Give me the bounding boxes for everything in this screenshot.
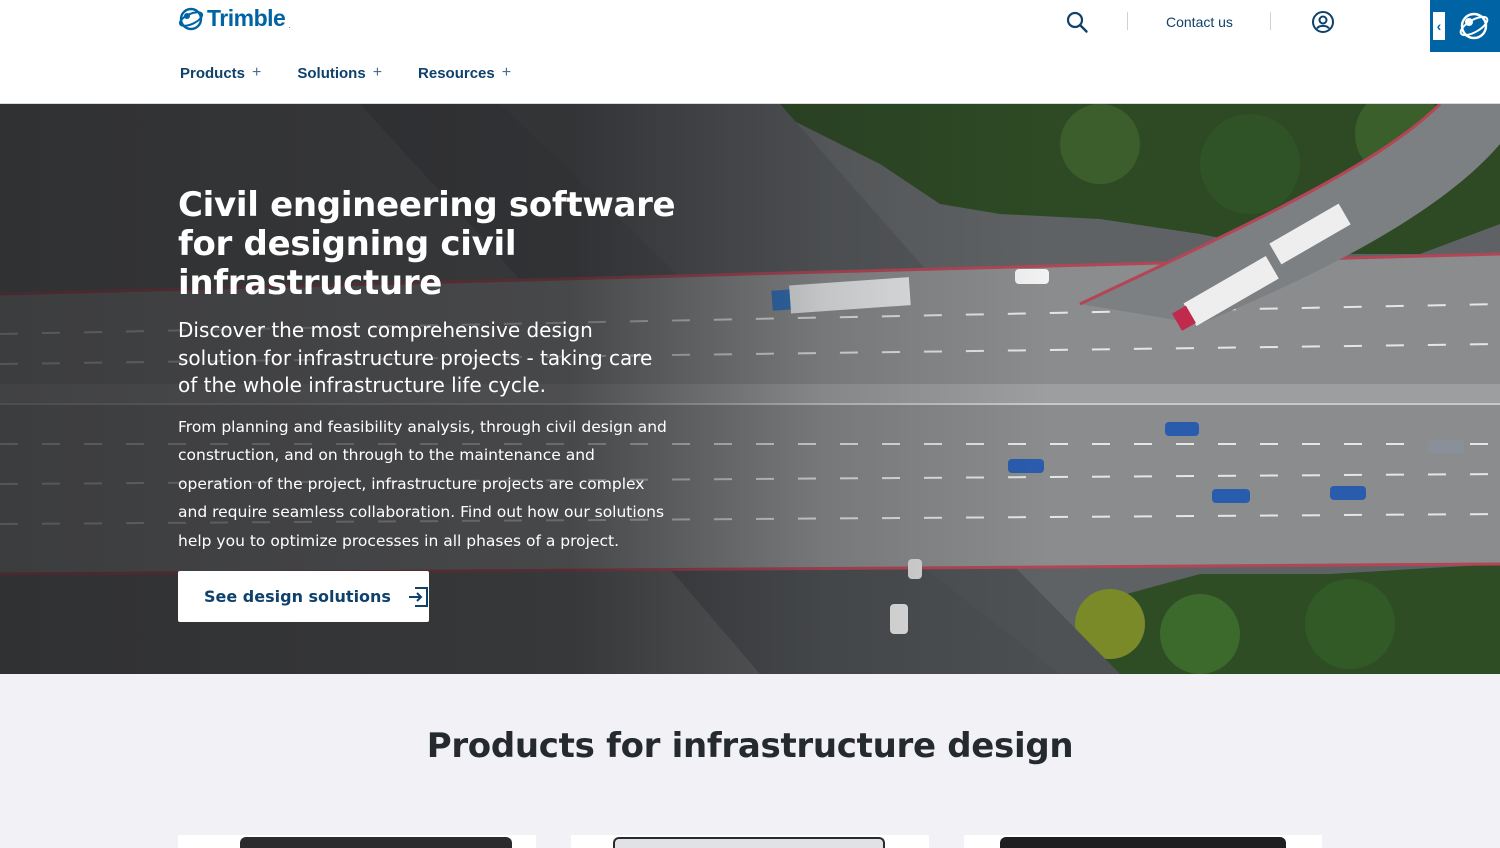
logo-wordmark: Trimble bbox=[207, 5, 286, 31]
hero-content: Civil engineering software for designing… bbox=[178, 186, 678, 555]
hero-title: Civil engineering software for designing… bbox=[178, 185, 676, 303]
products-section-title: Products for infrastructure design bbox=[426, 726, 1074, 766]
nav-item-products[interactable]: Products + bbox=[180, 60, 261, 86]
trimble-logo[interactable]: Trimble . bbox=[178, 5, 291, 32]
see-design-solutions-button[interactable]: See design solutions bbox=[178, 571, 429, 622]
header-divider bbox=[1127, 12, 1128, 30]
nav-item-label: Products bbox=[180, 64, 246, 82]
page: Trimble . Contact us ‹ Products + Soluti… bbox=[0, 0, 1500, 848]
plus-icon: + bbox=[372, 64, 383, 81]
arrow-right-box-icon bbox=[408, 586, 428, 607]
search-button[interactable] bbox=[1064, 8, 1090, 36]
user-circle-icon bbox=[1312, 11, 1334, 33]
hero-subtitle: Discover the most comprehensive design s… bbox=[178, 318, 653, 397]
products-section: Products for infrastructure design bbox=[0, 674, 1500, 848]
main-navigation: Products + Solutions + Resources + bbox=[180, 60, 511, 86]
search-icon bbox=[1066, 11, 1088, 33]
nav-item-solutions[interactable]: Solutions + bbox=[297, 60, 382, 86]
product-card[interactable] bbox=[178, 835, 536, 848]
hero-description: From planning and feasibility analysis, … bbox=[178, 417, 667, 550]
product-card[interactable] bbox=[571, 835, 929, 848]
chevron-left-icon: ‹ bbox=[1433, 12, 1445, 40]
account-button[interactable] bbox=[1310, 8, 1336, 36]
plus-icon: + bbox=[501, 64, 512, 81]
trimble-globe-icon bbox=[178, 7, 204, 30]
logo-trademark: . bbox=[288, 21, 291, 30]
product-card[interactable] bbox=[964, 835, 1322, 848]
trimble-mark-icon bbox=[1459, 12, 1489, 40]
site-header: Trimble . Contact us ‹ Products + Soluti… bbox=[0, 0, 1500, 104]
product-card-image bbox=[1000, 837, 1286, 848]
contact-us-link[interactable]: Contact us bbox=[1166, 8, 1233, 36]
nav-item-label: Solutions bbox=[297, 64, 366, 82]
plus-icon: + bbox=[252, 64, 262, 81]
header-divider bbox=[1270, 12, 1271, 30]
product-card-image bbox=[613, 837, 885, 848]
hero-banner: Civil engineering software for designing… bbox=[0, 104, 1500, 674]
cta-label: See design solutions bbox=[204, 587, 391, 606]
nav-item-label: Resources bbox=[418, 64, 495, 82]
product-card-image bbox=[240, 837, 512, 848]
product-switcher-tab[interactable]: ‹ bbox=[1430, 0, 1500, 52]
nav-item-resources[interactable]: Resources + bbox=[418, 60, 511, 86]
